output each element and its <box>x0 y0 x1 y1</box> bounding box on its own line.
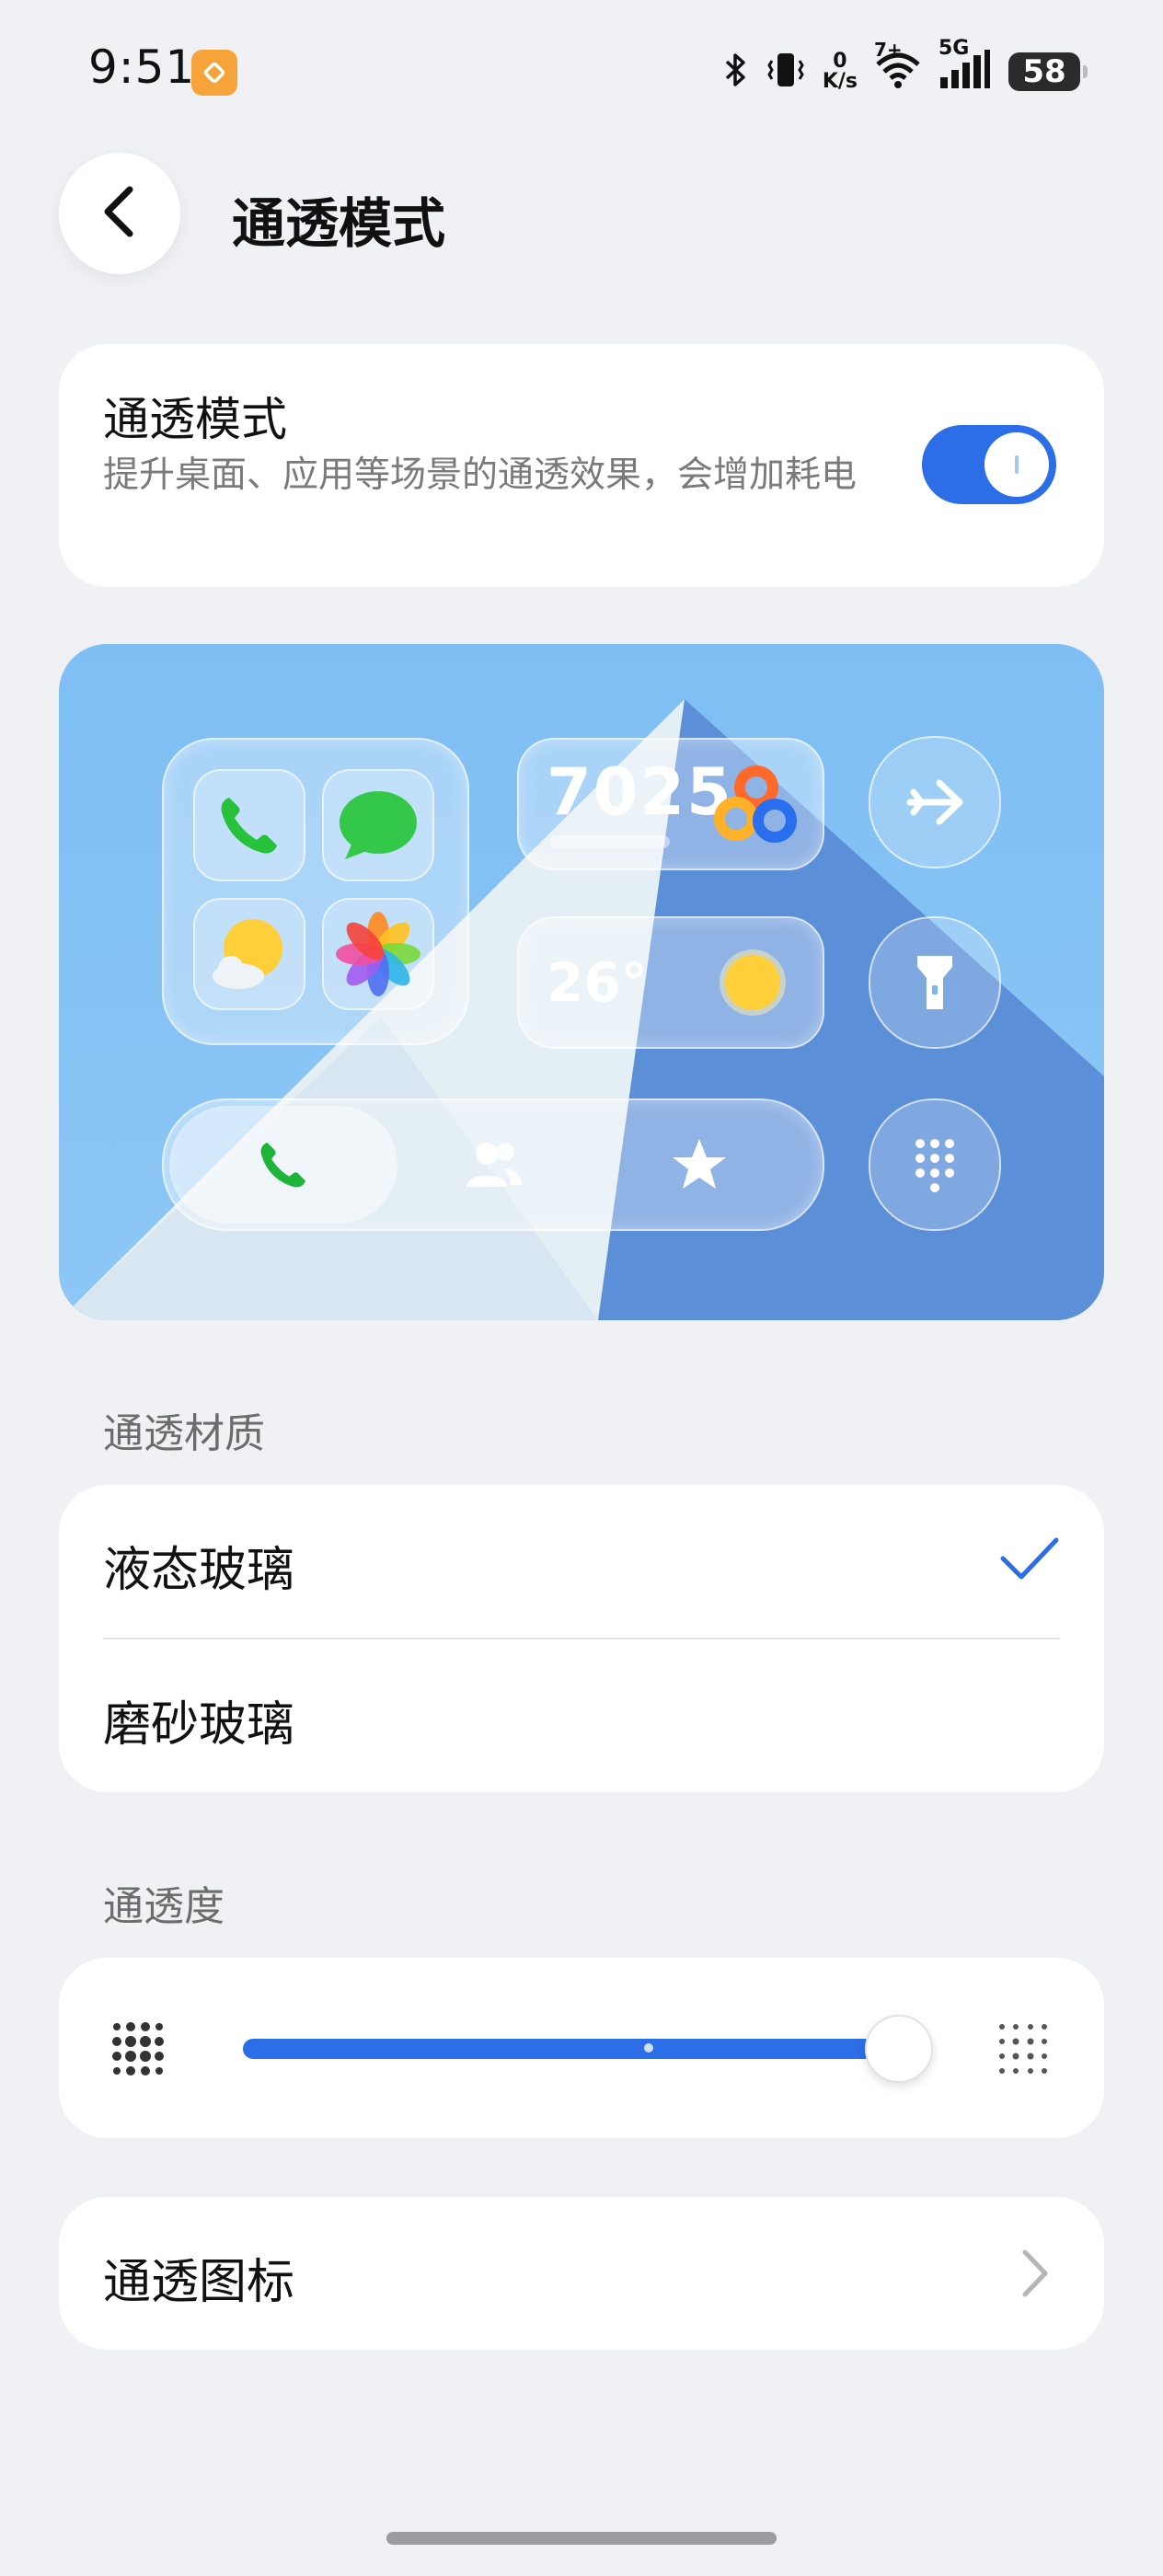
material-options-card: 液态玻璃 磨砂玻璃 <box>59 1485 1104 1792</box>
slider-midpoint-dot <box>644 2043 653 2053</box>
chevron-right-icon <box>1021 2248 1049 2302</box>
material-option-frosted-glass[interactable]: 磨砂玻璃 <box>59 1639 1104 1792</box>
temperature-value: 26° <box>547 951 648 1014</box>
home-indicator[interactable] <box>386 2532 777 2545</box>
phone-app-icon[interactable] <box>193 769 305 881</box>
dialpad-button[interactable] <box>869 1098 1001 1231</box>
phone-icon <box>221 798 277 854</box>
transparency-slider-thumb[interactable] <box>865 2015 933 2083</box>
sun-icon <box>720 949 786 1016</box>
phone-icon <box>260 1143 305 1188</box>
mode-description: 提升桌面、应用等场景的通透效果，会增加耗电 <box>103 454 858 496</box>
mode-title: 通透模式 <box>103 393 287 446</box>
page-title: 通透模式 <box>232 192 446 255</box>
dock-contacts-tab[interactable] <box>456 1128 530 1202</box>
photos-icon <box>336 912 420 996</box>
dock-favorites-tab[interactable] <box>662 1128 736 1202</box>
app-folder[interactable] <box>162 738 469 1045</box>
status-time: 9:51 <box>88 40 196 94</box>
status-bar: 9:51 0 K/s 7+ 5G 58 <box>0 0 1163 147</box>
wifi-badge: 7+ <box>874 39 903 61</box>
weather-widget[interactable]: 26° <box>517 916 824 1049</box>
sparse-dots-icon <box>992 2017 1056 2085</box>
transparency-mode-card: 通透模式 提升桌面、应用等场景的通透效果，会增加耗电 <box>59 344 1104 587</box>
message-icon <box>340 791 417 859</box>
flashlight-button[interactable] <box>869 916 1001 1049</box>
dialpad-icon <box>915 1139 954 1192</box>
dock-tab-bar <box>162 1098 824 1231</box>
switch-knob <box>985 432 1049 497</box>
flashlight-icon <box>917 956 952 1009</box>
option-label: 液态玻璃 <box>103 1543 295 1598</box>
steps-progress-bar <box>550 835 670 848</box>
star-icon <box>673 1139 726 1189</box>
transparency-slider-card <box>59 1958 1104 2138</box>
messages-app-icon[interactable] <box>322 769 434 881</box>
contacts-icon <box>466 1143 522 1187</box>
checkmark-icon <box>999 1535 1060 1586</box>
wifi-icon: 7+ <box>874 39 922 94</box>
network-speed: 0 K/s <box>822 50 858 93</box>
airplane-mode-button[interactable] <box>869 736 1001 868</box>
back-button[interactable] <box>59 153 180 274</box>
vibrate-icon <box>766 50 806 94</box>
transparency-mode-switch[interactable] <box>922 425 1056 504</box>
transparency-slider-track[interactable] <box>243 2039 887 2059</box>
material-option-liquid-glass[interactable]: 液态玻璃 <box>59 1485 1104 1638</box>
weather-icon <box>213 919 282 989</box>
transparency-section-label: 通透度 <box>103 1883 225 1930</box>
notification-app-icon <box>191 50 237 96</box>
photos-app-icon[interactable] <box>322 898 434 1010</box>
chevron-left-icon <box>97 184 143 243</box>
transparent-icons-label: 通透图标 <box>103 2255 295 2310</box>
bluetooth-icon <box>723 52 749 92</box>
health-rings-icon <box>714 765 797 843</box>
steps-widget[interactable]: 7025 <box>517 738 824 870</box>
transparency-preview: 7025 26° <box>59 644 1104 1320</box>
signal-label: 5G <box>938 37 970 60</box>
dense-dots-icon <box>107 2017 171 2085</box>
status-icons: 0 K/s 7+ 5G 58 <box>723 37 1088 99</box>
steps-value: 7025 <box>547 754 733 830</box>
airplane-icon <box>906 779 963 825</box>
weather-app-icon[interactable] <box>193 898 305 1010</box>
cellular-signal-icon: 5G <box>938 37 992 94</box>
dock-phone-tab[interactable] <box>247 1128 320 1202</box>
transparent-icons-row[interactable]: 通透图标 <box>59 2197 1104 2350</box>
option-label: 磨砂玻璃 <box>103 1697 295 1753</box>
battery-indicator: 58 <box>1008 52 1088 91</box>
material-section-label: 通透材质 <box>103 1410 265 1457</box>
